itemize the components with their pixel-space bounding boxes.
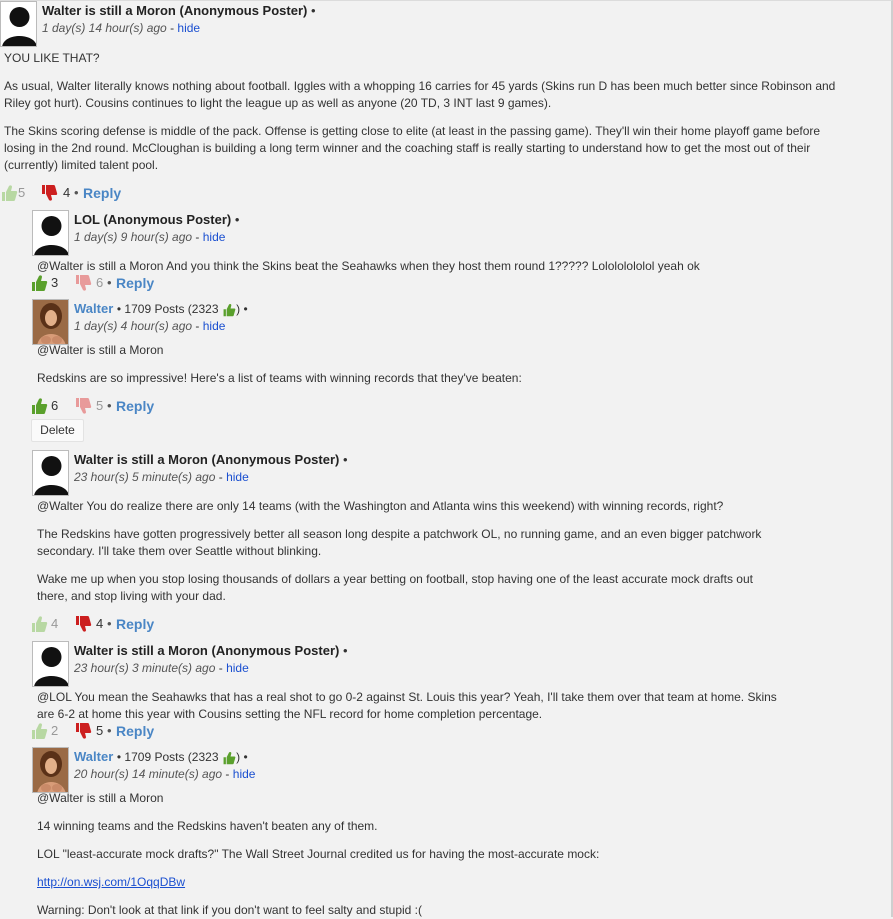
author-name: LOL (Anonymous Poster) <box>74 212 232 227</box>
default-avatar <box>32 450 69 496</box>
thumbs-down-icon[interactable] <box>74 722 92 740</box>
upvote-count: 2 <box>51 723 59 738</box>
thumbs-down-icon[interactable] <box>74 615 92 633</box>
upvote-count: 4 <box>51 616 59 631</box>
comment-body: @Walter You do realize there are only 14… <box>37 498 777 605</box>
thumbs-up-icon[interactable] <box>30 615 48 633</box>
post-count: 1709 Posts (2323 <box>124 302 219 316</box>
timestamp: 1 day(s) 14 hour(s) ago <box>42 21 167 35</box>
vote-bar: 4 4 • Reply <box>30 616 230 636</box>
comment: Walter is still a Moron (Anonymous Poste… <box>32 450 892 496</box>
vote-bar: 3 6 • Reply <box>30 275 230 295</box>
delete-button[interactable]: Delete <box>31 419 84 442</box>
comment: Walter is still a Moron (Anonymous Poste… <box>32 641 892 687</box>
comment-header: Walter • 1709 Posts (2323 ) • 1 day(s) 4… <box>32 299 892 345</box>
vote-bar: 5 4 • Reply <box>0 185 200 205</box>
comment: Walter • 1709 Posts (2323 ) • 1 day(s) 4… <box>32 299 892 345</box>
comment-text: The Skins scoring defense is middle of t… <box>4 124 821 172</box>
author-name: Walter is still a Moron (Anonymous Poste… <box>74 452 340 467</box>
hide-link[interactable]: hide <box>226 661 249 675</box>
default-avatar <box>0 1 37 47</box>
comment-header: Walter is still a Moron (Anonymous Poste… <box>32 641 892 687</box>
author-name[interactable]: Walter <box>74 301 113 316</box>
default-avatar <box>32 210 69 256</box>
comment-text: YOU LIKE THAT? <box>4 51 100 65</box>
author-name[interactable]: Walter <box>74 749 113 764</box>
thumbs-down-icon[interactable] <box>74 274 92 292</box>
thumbs-up-icon <box>223 751 236 764</box>
reply-button[interactable]: Reply <box>116 398 154 414</box>
user-avatar-photo[interactable] <box>32 747 69 793</box>
timestamp: 23 hour(s) 3 minute(s) ago <box>74 661 216 675</box>
comment-text: As usual, Walter literally knows nothing… <box>4 79 836 110</box>
comment-header: Walter is still a Moron (Anonymous Poste… <box>0 1 860 47</box>
vote-bar: 6 5 • Reply <box>30 398 230 418</box>
timestamp: 23 hour(s) 5 minute(s) ago <box>74 470 216 484</box>
timestamp: 1 day(s) 4 hour(s) ago <box>74 319 193 333</box>
thumbs-down-icon[interactable] <box>40 184 58 202</box>
comment-body: YOU LIKE THAT? As usual, Walter literall… <box>4 50 844 174</box>
reply-button[interactable]: Reply <box>116 275 154 291</box>
comment-text: The Redskins have gotten progressively b… <box>37 527 762 558</box>
comment-body: @Walter is still a Moron And you think t… <box>37 258 857 275</box>
author-name: Walter is still a Moron (Anonymous Poste… <box>42 3 308 18</box>
comment-header: Walter is still a Moron (Anonymous Poste… <box>32 450 892 496</box>
timestamp: 20 hour(s) 14 minute(s) ago <box>74 767 223 781</box>
downvote-count: 5 <box>96 723 104 738</box>
post-count: 1709 Posts (2323 <box>124 750 219 764</box>
comment: Walter is still a Moron (Anonymous Poste… <box>0 1 860 47</box>
hide-link[interactable]: hide <box>233 767 256 781</box>
downvote-count: 4 <box>63 185 71 200</box>
thumbs-up-icon[interactable] <box>30 722 48 740</box>
thumbs-up-icon <box>223 303 236 316</box>
hide-link[interactable]: hide <box>177 21 200 35</box>
downvote-count: 4 <box>96 616 104 631</box>
comment-text: @Walter You do realize there are only 14… <box>37 499 724 513</box>
thumbs-up-icon[interactable] <box>30 397 48 415</box>
comments-thread: Walter is still a Moron (Anonymous Poste… <box>0 0 893 917</box>
reply-button[interactable]: Reply <box>116 616 154 632</box>
thumbs-up-icon[interactable] <box>30 274 48 292</box>
wsj-link[interactable]: http://on.wsj.com/1OqqDBw <box>37 875 185 889</box>
comment-text: http://on.wsj.com/1OqqDBw <box>37 874 857 891</box>
comment-header: LOL (Anonymous Poster) • 1 day(s) 9 hour… <box>32 210 892 256</box>
comment: LOL (Anonymous Poster) • 1 day(s) 9 hour… <box>32 210 892 256</box>
comment-body: @LOL You mean the Seahawks that has a re… <box>37 689 777 723</box>
upvote-count: 3 <box>51 275 59 290</box>
thumbs-down-icon[interactable] <box>74 397 92 415</box>
comment-text: @LOL You mean the Seahawks that has a re… <box>37 690 777 721</box>
comment-text: LOL "least-accurate mock drafts?" The Wa… <box>37 847 600 861</box>
comment-body: @Walter is still a Moron 14 winning team… <box>37 790 857 919</box>
comment-text: @Walter is still a Moron <box>37 791 164 805</box>
hide-link[interactable]: hide <box>203 319 226 333</box>
comment-text: @Walter is still a Moron <box>37 343 164 357</box>
author-name: Walter is still a Moron (Anonymous Poste… <box>74 643 340 658</box>
comment-header: Walter • 1709 Posts (2323 ) • 20 hour(s)… <box>32 747 892 793</box>
reply-button[interactable]: Reply <box>83 185 121 201</box>
upvote-count: 5 <box>18 185 26 200</box>
hide-link[interactable]: hide <box>226 470 249 484</box>
comment-text: 14 winning teams and the Redskins haven'… <box>37 819 378 833</box>
downvote-count: 5 <box>96 398 104 413</box>
comment-text: Redskins are so impressive! Here's a lis… <box>37 371 522 385</box>
comment-body: @Walter is still a Moron Redskins are so… <box>37 342 857 387</box>
upvote-count: 6 <box>51 398 59 413</box>
vote-bar: 2 5 • Reply <box>30 723 230 743</box>
comment-text: @Walter is still a Moron And you think t… <box>37 259 700 273</box>
timestamp: 1 day(s) 9 hour(s) ago <box>74 230 193 244</box>
comment-text: Warning: Don't look at that link if you … <box>37 903 423 917</box>
user-avatar-photo[interactable] <box>32 299 69 345</box>
default-avatar <box>32 641 69 687</box>
hide-link[interactable]: hide <box>203 230 226 244</box>
comment-text: Wake me up when you stop losing thousand… <box>37 572 753 603</box>
downvote-count: 6 <box>96 275 104 290</box>
thumbs-up-icon[interactable] <box>0 184 18 202</box>
comment: Walter • 1709 Posts (2323 ) • 20 hour(s)… <box>32 747 892 793</box>
reply-button[interactable]: Reply <box>116 723 154 739</box>
